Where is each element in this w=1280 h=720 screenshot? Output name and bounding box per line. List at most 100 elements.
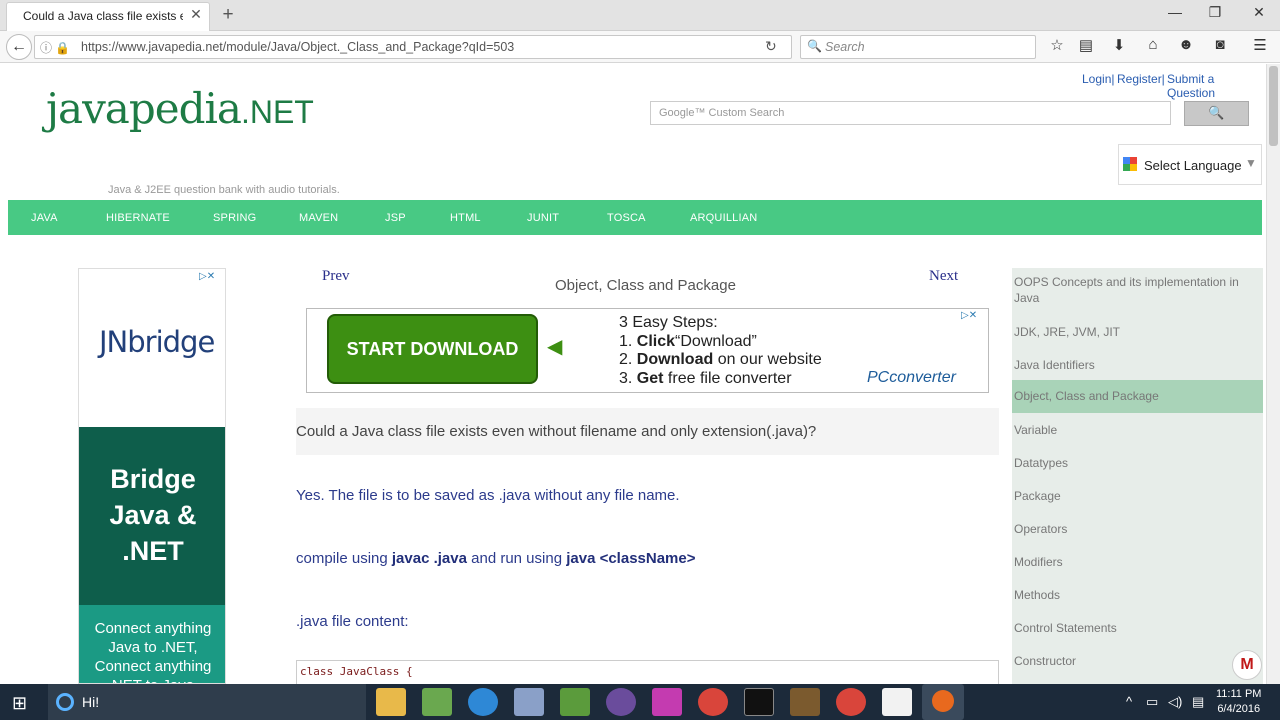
start-download-button[interactable]: START DOWNLOAD: [327, 314, 538, 384]
topic-sidebar: OOPS Concepts and its implementation in …: [1012, 268, 1263, 684]
ad-header: ▷✕ JNbridge: [79, 269, 225, 427]
site-tagline: Java & J2EE question bank with audio tut…: [108, 184, 340, 196]
nav-jsp[interactable]: JSP: [385, 212, 406, 224]
search-icon: 🔍: [807, 39, 822, 53]
download-icon[interactable]: ⬇: [1108, 36, 1130, 58]
google-custom-search-input[interactable]: Google™ Custom Search: [650, 101, 1171, 125]
search-button[interactable]: 🔍: [1184, 101, 1249, 126]
close-tab-icon[interactable]: ✕: [187, 6, 205, 24]
code-block: class JavaClass {: [296, 660, 999, 684]
browser-tab[interactable]: Could a Java class file exists ev... ✕: [6, 2, 210, 31]
page-scrollbar[interactable]: [1266, 64, 1280, 684]
sidebar-item-package[interactable]: Package: [1012, 488, 1263, 504]
windows-start-icon[interactable]: ⊞: [12, 693, 32, 713]
step-rest: on our website: [717, 351, 822, 368]
maximize-icon[interactable]: ❐: [1200, 4, 1230, 24]
sidebar-item-identifiers[interactable]: Java Identifiers: [1012, 357, 1263, 373]
download-ad[interactable]: START DOWNLOAD ◀ 3 Easy Steps: 1. Click“…: [306, 308, 989, 393]
sidebar-item-oops[interactable]: OOPS Concepts and its implementation in …: [1012, 274, 1263, 307]
dropdown-arrow-icon: ▼: [1245, 156, 1257, 170]
step-num: 1.: [619, 332, 633, 350]
scrollbar-thumb[interactable]: [1269, 66, 1278, 146]
menu-icon[interactable]: ☰: [1249, 36, 1271, 58]
command-prompt-icon[interactable]: [744, 688, 774, 716]
cortana-search[interactable]: Hi!: [48, 684, 366, 720]
google-translate-icon: [1123, 157, 1137, 171]
internet-explorer-icon[interactable]: [468, 688, 498, 716]
sidebar-item-object-class-package[interactable]: Object, Class and Package: [1012, 380, 1263, 413]
step-bold: Get: [636, 369, 664, 387]
next-link[interactable]: Next: [929, 268, 958, 285]
nav-hibernate[interactable]: HIBERNATE: [106, 212, 170, 224]
battery-icon[interactable]: ▭: [1146, 694, 1158, 710]
site-logo[interactable]: javapedia.NET: [46, 84, 314, 133]
ad-steps: 3 Easy Steps: 1. Click“Download” 2. Down…: [619, 314, 822, 388]
sidebar-item-variable[interactable]: Variable: [1012, 422, 1263, 438]
nav-arquillian[interactable]: ARQUILLIAN: [690, 212, 757, 224]
nav-junit[interactable]: JUNIT: [527, 212, 559, 224]
tray-chevron-icon[interactable]: ^: [1126, 694, 1132, 709]
nav-spring[interactable]: SPRING: [213, 212, 256, 224]
clock-time: 11:11 PM: [1216, 688, 1262, 700]
chat-icon[interactable]: ☻: [1175, 36, 1197, 58]
chrome-icon-2[interactable]: [836, 688, 866, 716]
notepad-plus-icon[interactable]: [560, 688, 590, 716]
notifications-icon[interactable]: ▤: [1192, 694, 1204, 710]
pocket-icon[interactable]: ◙: [1209, 36, 1231, 58]
prev-link[interactable]: Prev: [322, 268, 350, 285]
site-info-icon[interactable]: ⓘ 🔒: [40, 39, 70, 56]
login-link[interactable]: Login|: [1082, 72, 1114, 86]
bookmark-star-icon[interactable]: ☆: [1046, 36, 1068, 58]
ad-subtext: Connect anything Java to .NET, Connect a…: [79, 619, 225, 683]
sidebar-item-control-statements[interactable]: Control Statements: [1012, 620, 1263, 636]
reload-icon[interactable]: ↻: [765, 38, 777, 55]
home-icon[interactable]: ⌂: [1142, 36, 1164, 58]
sidebar-item-methods[interactable]: Methods: [1012, 587, 1263, 603]
ad-step: 3. Get free file converter: [619, 370, 822, 389]
minimize-icon[interactable]: —: [1160, 4, 1190, 24]
select-language-dropdown[interactable]: Select Language ▼: [1118, 144, 1262, 185]
sidebar-item-operators[interactable]: Operators: [1012, 521, 1263, 537]
step-num: 3.: [619, 369, 633, 387]
address-bar[interactable]: ⓘ 🔒 https://www.javapedia.net/module/Jav…: [34, 35, 792, 59]
media-app-icon[interactable]: [652, 688, 682, 716]
sidebar-item-modifiers[interactable]: Modifiers: [1012, 554, 1263, 570]
submit-question-link[interactable]: Submit a Question: [1167, 72, 1265, 100]
question-text: Could a Java class file exists even with…: [296, 423, 817, 440]
chrome-icon[interactable]: [698, 688, 728, 716]
ad-choices-icon[interactable]: ▷✕: [199, 271, 215, 282]
ad-subtext-line: NET to Java: [79, 676, 225, 683]
tab-title: Could a Java class file exists ev...: [23, 9, 183, 23]
window-close-icon[interactable]: ✕: [1244, 4, 1274, 24]
system-clock[interactable]: 11:11 PM 6/4/2016: [1216, 687, 1261, 717]
browser-search-box[interactable]: 🔍 Search: [800, 35, 1036, 59]
sidebar-item-datatypes[interactable]: Datatypes: [1012, 455, 1263, 471]
volume-icon[interactable]: ◁): [1168, 694, 1182, 710]
step-rest: “Download”: [675, 332, 757, 350]
pcconverter-logo: PCconverter: [867, 369, 956, 386]
ad-choices-icon[interactable]: ▷✕: [961, 310, 977, 321]
compile-command: javac .java: [391, 550, 467, 567]
register-link[interactable]: Register|: [1117, 72, 1165, 86]
nav-html[interactable]: HTML: [450, 212, 481, 224]
sidebar-item-constructor[interactable]: Constructor: [1012, 653, 1263, 669]
jnbridge-ad[interactable]: ▷✕ JNbridge Bridge Java & .NET Connect a…: [78, 268, 226, 684]
back-button[interactable]: ←: [6, 34, 32, 60]
eclipse-icon[interactable]: [606, 688, 636, 716]
file-explorer-icon[interactable]: [376, 688, 406, 716]
mcafee-icon[interactable]: M: [1232, 650, 1262, 680]
nav-maven[interactable]: MAVEN: [299, 212, 338, 224]
new-tab-icon[interactable]: +: [218, 4, 238, 26]
ad-subtext-line: Java to .NET,: [108, 639, 198, 656]
ad-headline-panel: Bridge Java & .NET: [79, 427, 225, 605]
nav-java[interactable]: JAVA: [31, 212, 58, 224]
app-icon[interactable]: [790, 688, 820, 716]
document-icon[interactable]: [882, 688, 912, 716]
language-label: Select Language: [1144, 158, 1242, 173]
nav-tosca[interactable]: TOSCA: [607, 212, 646, 224]
computer-icon[interactable]: [514, 688, 544, 716]
sidebar-item-jdk[interactable]: JDK, JRE, JVM, JIT: [1012, 324, 1263, 340]
store-icon[interactable]: [422, 688, 452, 716]
firefox-icon[interactable]: [922, 684, 964, 720]
reading-list-icon[interactable]: ▤: [1075, 36, 1097, 58]
